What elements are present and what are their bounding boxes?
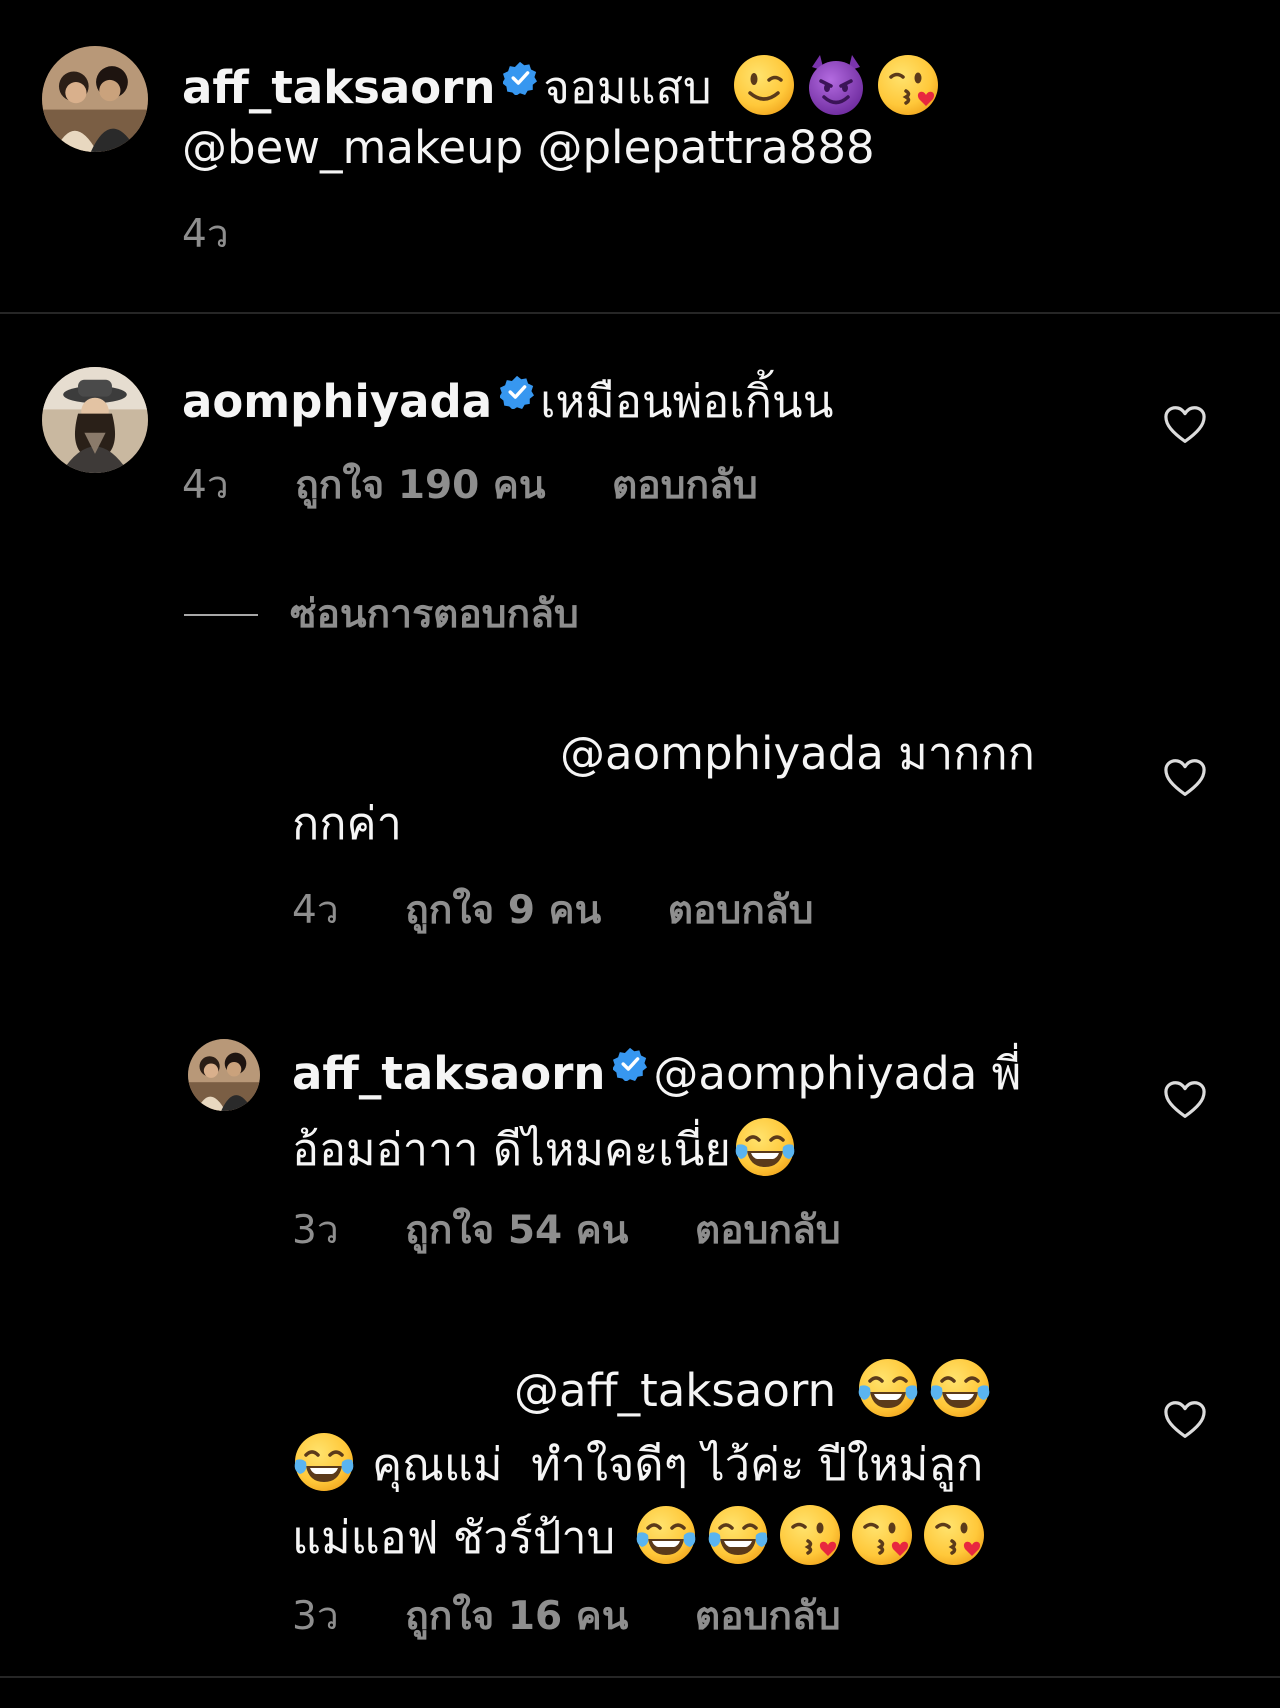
tears-of-joy-emoji-icon [706,1503,770,1567]
like-heart-icon[interactable] [1163,1400,1207,1440]
comment-line: aomphiyada เหมือนพ่อเกิ้นน [182,372,833,432]
comment-meta: 4ว ถูกใจ 190 คน ตอบกลับ [182,461,758,511]
reply-username[interactable]: aff_taksaorn [292,1047,605,1100]
reply-reply-button[interactable]: ตอบกลับ [668,888,814,933]
reply-3-line-3: แม่แอฟ ชัวร์ป้าบ [292,1503,992,1568]
comment-username[interactable]: aomphiyada [182,375,492,428]
caption-text: จอมแสบ [543,61,712,114]
reply-text: คุณแม่ ทำใจดีๆ ไว้ค่ะ ปีใหม่ลูก [372,1438,984,1491]
reply-text-continued: แม่แอฟ ชัวร์ป้าบ [292,1511,616,1564]
reply-timestamp: 3ว [292,1208,339,1253]
smiling-devil-emoji-icon [804,53,868,117]
comment-text: เหมือนพ่อเกิ้นน [540,375,834,428]
like-heart-icon[interactable] [1163,1080,1207,1120]
tears-of-joy-emoji-icon [634,1503,698,1567]
reply-1-meta: 4ว ถูกใจ 9 คน ตอบกลับ [292,886,813,936]
reply-2-meta: 3ว ถูกใจ 54 คน ตอบกลับ [292,1206,841,1256]
avatar-image [188,1039,260,1111]
caption-avatar[interactable] [42,46,148,152]
reply-3-line-2: คุณแม่ ทำใจดีๆ ไว้ค่ะ ปีใหม่ลูก [292,1430,983,1495]
verified-badge-icon [613,1047,647,1081]
comment-reply-button[interactable]: ตอบกลับ [612,463,758,508]
reply-timestamp: 3ว [292,1594,339,1639]
reply-2-line-1: aff_taksaorn @aomphiyada พี่ [292,1044,1021,1104]
face-blowing-kiss-emoji-icon [778,1503,842,1567]
comment-likes[interactable]: ถูกใจ 190 คน [295,463,545,508]
winking-face-emoji-icon [732,53,796,117]
reply-mention[interactable]: @aff_taksaorn [514,1364,836,1417]
hide-replies-button[interactable]: ซ่อนการตอบกลับ [290,590,579,640]
reply-1-line-2: กกค่า [292,797,402,850]
caption-divider [0,312,1280,314]
verified-badge-icon [503,61,537,95]
tears-of-joy-emoji-icon [292,1430,356,1494]
tears-of-joy-emoji-icon [733,1115,797,1179]
reply-3-line-1: @aff_taksaorn [514,1356,998,1421]
tears-of-joy-emoji-icon [928,1356,992,1420]
reply-1-line-1: @aomphiyada มากกก [560,727,1035,780]
reply-timestamp: 4ว [292,888,339,933]
caption-username[interactable]: aff_taksaorn [182,61,495,114]
verified-badge-icon [500,375,534,409]
like-heart-icon[interactable] [1163,758,1207,798]
caption-timestamp: 4ว [182,212,229,257]
face-blowing-kiss-emoji-icon [850,1503,914,1567]
reply-3-meta: 3ว ถูกใจ 16 คน ตอบกลับ [292,1592,841,1642]
reply-avatar[interactable] [188,1039,260,1111]
caption-mentions[interactable]: @bew_makeup @plepattra888 [182,118,875,178]
reply-2-line-2: อ้อมอ่าาา ดีไหมคะเนี่ย [292,1115,803,1180]
comment-timestamp: 4ว [182,463,229,508]
avatar-image [42,367,148,473]
reply-text-continued: อ้อมอ่าาา ดีไหมคะเนี่ย [292,1123,731,1176]
reply-likes[interactable]: ถูกใจ 54 คน [405,1208,628,1253]
face-blowing-kiss-emoji-icon [876,53,940,117]
face-blowing-kiss-emoji-icon [922,1503,986,1567]
tears-of-joy-emoji-icon [856,1356,920,1420]
avatar-image [42,46,148,152]
comment-avatar[interactable] [42,367,148,473]
caption-line-1: aff_taksaorn จอมแสบ [182,53,946,118]
reply-text: @aomphiyada พี่ [653,1047,1022,1100]
reply-likes[interactable]: ถูกใจ 16 คน [405,1594,628,1639]
bottom-divider [0,1676,1280,1678]
reply-reply-button[interactable]: ตอบกลับ [695,1594,841,1639]
reply-likes[interactable]: ถูกใจ 9 คน [405,888,601,933]
reply-reply-button[interactable]: ตอบกลับ [695,1208,841,1253]
hide-replies-line [184,614,258,616]
like-heart-icon[interactable] [1163,405,1207,445]
